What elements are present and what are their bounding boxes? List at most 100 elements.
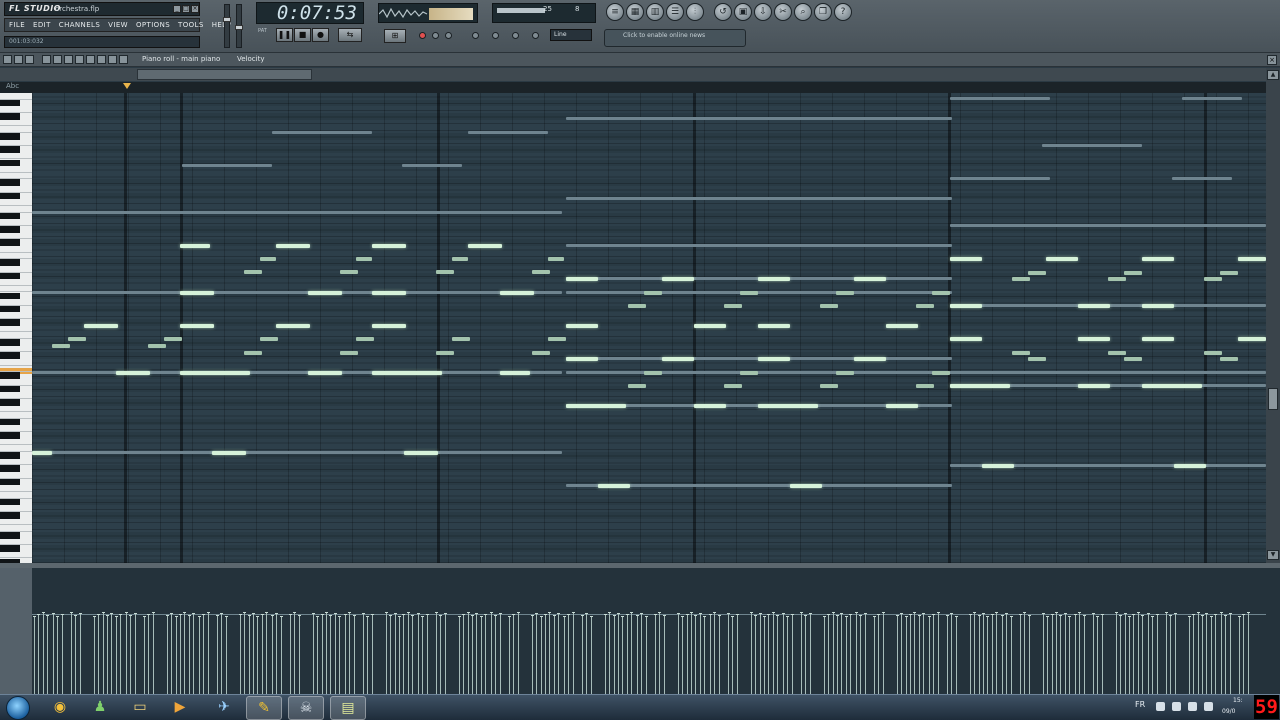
velocity-stem[interactable]	[1024, 612, 1025, 694]
velocity-stem[interactable]	[1002, 615, 1003, 694]
velocity-handle[interactable]	[1242, 614, 1245, 615]
white-key[interactable]	[0, 332, 32, 340]
game-icon[interactable]: ☠	[288, 696, 324, 720]
velocity-handle[interactable]	[1128, 616, 1131, 617]
velocity-stem[interactable]	[107, 615, 108, 694]
velocity-handle[interactable]	[225, 616, 228, 617]
brush-icon[interactable]	[53, 55, 62, 64]
midi-note[interactable]	[402, 164, 462, 167]
midi-note[interactable]	[180, 371, 250, 375]
midi-note[interactable]	[52, 344, 70, 348]
velocity-handle[interactable]	[1074, 614, 1077, 615]
velocity-handle[interactable]	[617, 613, 620, 614]
midi-note[interactable]	[566, 197, 952, 200]
velocity-handle[interactable]	[782, 613, 785, 614]
velocity-stem[interactable]	[883, 612, 884, 694]
velocity-stem[interactable]	[582, 615, 583, 694]
velocity-handle[interactable]	[991, 614, 994, 615]
velocity-handle[interactable]	[946, 615, 949, 616]
black-key[interactable]	[0, 498, 20, 506]
velocity-handle[interactable]	[1197, 612, 1200, 613]
velocity-stem[interactable]	[294, 612, 295, 694]
midi-note[interactable]	[916, 304, 934, 308]
velocity-handle[interactable]	[362, 613, 365, 614]
velocity-stem[interactable]	[874, 616, 875, 694]
velocity-stem[interactable]	[80, 613, 81, 694]
midi-note[interactable]	[308, 291, 342, 295]
velocity-stem[interactable]	[1093, 613, 1094, 694]
midi-note[interactable]	[212, 451, 246, 455]
midi-note[interactable]	[982, 464, 1014, 468]
horizontal-scrollbar[interactable]	[0, 68, 1280, 81]
record-button[interactable]: ●	[312, 28, 329, 42]
velocity-stem[interactable]	[135, 613, 136, 694]
velocity-handle[interactable]	[1188, 616, 1191, 617]
midi-note[interactable]	[1108, 351, 1126, 355]
velocity-handle[interactable]	[316, 616, 319, 617]
velocity-stem[interactable]	[459, 616, 460, 694]
white-key[interactable]	[0, 379, 32, 386]
white-key[interactable]	[0, 219, 32, 226]
velocity-handle[interactable]	[557, 613, 560, 614]
menu-channels[interactable]: CHANNELS	[55, 21, 104, 29]
midi-note[interactable]	[836, 291, 854, 295]
velocity-handle[interactable]	[535, 613, 538, 614]
velocity-handle[interactable]	[147, 614, 150, 615]
velocity-handle[interactable]	[567, 614, 570, 615]
velocity-handle[interactable]	[855, 612, 858, 613]
velocity-stem[interactable]	[481, 616, 482, 694]
velocity-handle[interactable]	[1115, 612, 1118, 613]
velocity-stem[interactable]	[846, 616, 847, 694]
midi-note[interactable]	[628, 384, 646, 388]
black-key[interactable]	[0, 545, 20, 552]
midi-note[interactable]	[452, 257, 468, 261]
clock-date[interactable]: 09/0	[1222, 708, 1235, 715]
white-key[interactable]	[0, 199, 32, 207]
velocity-handle[interactable]	[421, 616, 424, 617]
midi-note[interactable]	[276, 324, 310, 328]
option-dot-6[interactable]	[532, 32, 539, 39]
option-dot-2[interactable]	[445, 32, 452, 39]
velocity-stem[interactable]	[1248, 612, 1249, 694]
velocity-handle[interactable]	[640, 613, 643, 614]
white-key[interactable]	[0, 120, 32, 127]
option-dot-4[interactable]	[492, 32, 499, 39]
velocity-stem[interactable]	[47, 615, 48, 694]
midi-note[interactable]	[372, 324, 406, 328]
velocity-stem[interactable]	[116, 616, 117, 694]
velocity-stem[interactable]	[714, 612, 715, 694]
velocity-handle[interactable]	[435, 612, 438, 613]
midi-note[interactable]	[694, 324, 726, 328]
velocity-handle[interactable]	[170, 613, 173, 614]
midi-note[interactable]	[372, 291, 406, 295]
white-key[interactable]	[0, 346, 32, 353]
velocity-stem[interactable]	[440, 615, 441, 694]
white-key[interactable]	[0, 492, 32, 499]
velocity-stem[interactable]	[1097, 616, 1098, 694]
velocity-stem[interactable]	[349, 612, 350, 694]
velocity-handle[interactable]	[932, 614, 935, 615]
velocity-stem[interactable]	[554, 615, 555, 694]
close-button[interactable]: ×	[191, 5, 199, 13]
velocity-stem[interactable]	[549, 612, 550, 694]
chrome-icon[interactable]: ◉	[42, 696, 78, 720]
velocity-stem[interactable]	[153, 612, 154, 694]
velocity-handle[interactable]	[261, 614, 264, 615]
velocity-handle[interactable]	[115, 616, 118, 617]
velocity-stem[interactable]	[386, 612, 387, 694]
velocity-stem[interactable]	[513, 614, 514, 694]
velocity-stem[interactable]	[330, 615, 331, 694]
velocity-stem[interactable]	[176, 616, 177, 694]
velocity-handle[interactable]	[581, 615, 584, 616]
velocity-handle[interactable]	[736, 614, 739, 615]
velocity-handle[interactable]	[772, 612, 775, 613]
black-key[interactable]	[0, 352, 20, 359]
velocity-handle[interactable]	[1174, 613, 1177, 614]
velocity-stem[interactable]	[266, 612, 267, 694]
velocity-handle[interactable]	[1119, 615, 1122, 616]
velocity-handle[interactable]	[986, 616, 989, 617]
midi-note[interactable]	[566, 277, 598, 281]
midi-note[interactable]	[820, 384, 838, 388]
master-volume-slider[interactable]	[223, 4, 231, 48]
midi-note[interactable]	[272, 131, 372, 134]
